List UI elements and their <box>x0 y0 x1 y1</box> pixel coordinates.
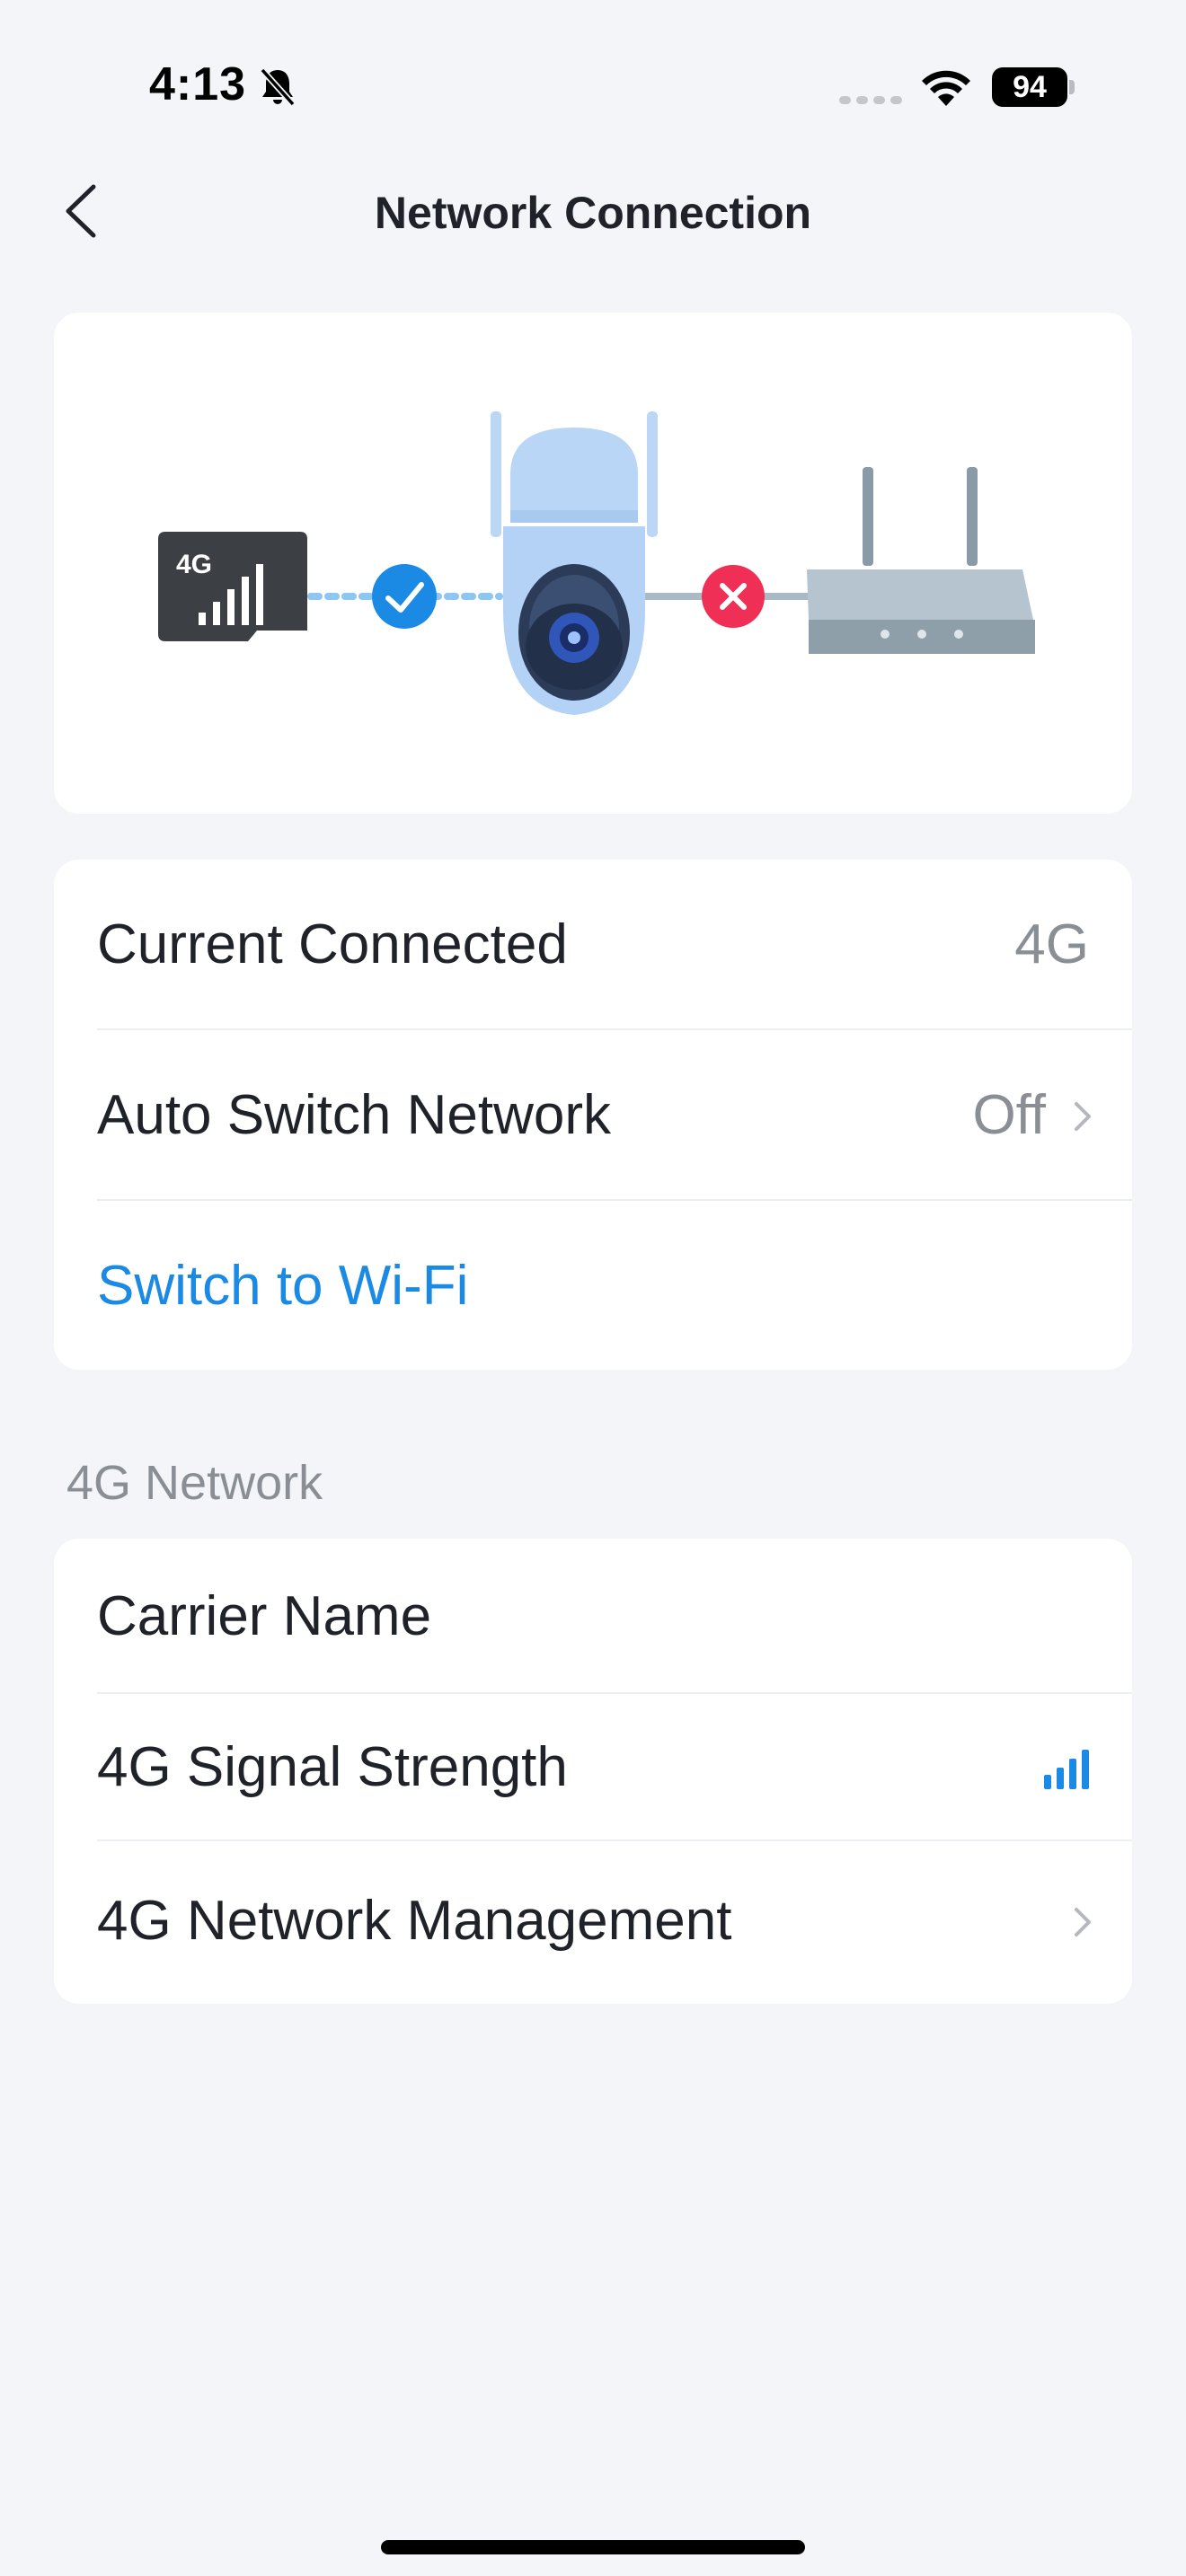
camera-icon <box>491 411 658 715</box>
battery-indicator: 94 <box>992 67 1075 107</box>
switch-to-wifi-row[interactable]: Switch to Wi-Fi <box>97 1201 1132 1370</box>
header: Network Connection <box>0 171 1186 251</box>
battery-cap <box>1069 80 1075 94</box>
network-illustration-card: 4G <box>54 313 1132 814</box>
chevron-right-icon <box>1075 1102 1091 1131</box>
page-title: Network Connection <box>374 188 812 238</box>
home-indicator[interactable] <box>381 2540 805 2554</box>
sim-card-icon: 4G <box>158 532 307 641</box>
auto-switch-network-row[interactable]: Auto Switch Network Off <box>97 1030 1132 1201</box>
carrier-name-label: Carrier Name <box>97 1585 432 1647</box>
cellular-signal-icon <box>839 96 902 104</box>
status-bar: 4:13 94 <box>0 0 1186 171</box>
carrier-name-row: Carrier Name <box>97 1539 1132 1694</box>
current-connected-label: Current Connected <box>97 913 568 975</box>
network-illustration: 4G <box>158 411 1035 715</box>
bell-muted-icon <box>260 67 296 107</box>
check-icon <box>372 564 437 629</box>
current-connected-row: Current Connected 4G <box>97 860 1132 1030</box>
switch-to-wifi-link[interactable]: Switch to Wi-Fi <box>97 1201 468 1370</box>
4g-network-management-label: 4G Network Management <box>97 1890 732 1952</box>
signal-strength-row: 4G Signal Strength <box>97 1694 1132 1841</box>
battery-level: 94 <box>992 67 1067 107</box>
connection-settings-card: Current Connected 4G Auto Switch Network… <box>54 860 1132 1370</box>
4g-network-card: Carrier Name 4G Signal Strength 4G Netwo… <box>54 1539 1132 2004</box>
section-title-4g-network: 4G Network <box>66 1456 323 1510</box>
signal-strength-icon <box>1044 1750 1089 1789</box>
auto-switch-network-label: Auto Switch Network <box>97 1084 611 1146</box>
wifi-icon <box>922 70 970 106</box>
status-time: 4:13 <box>149 58 247 110</box>
current-connected-value: 4G <box>1014 913 1089 975</box>
signal-strength-label: 4G Signal Strength <box>97 1736 568 1798</box>
router-icon <box>807 467 1035 654</box>
4g-network-management-row[interactable]: 4G Network Management <box>97 1841 1132 2001</box>
chevron-right-icon <box>1075 1908 1091 1936</box>
auto-switch-network-value: Off <box>972 1084 1046 1146</box>
sim-card-label: 4G <box>176 550 212 579</box>
